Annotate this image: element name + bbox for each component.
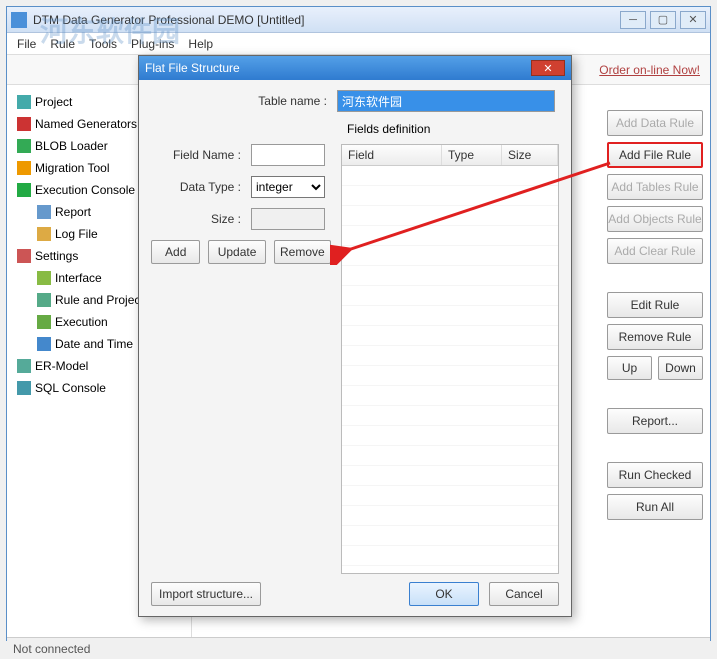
- tree-label: Log File: [55, 227, 98, 241]
- tree-icon: [17, 139, 31, 153]
- cancel-button[interactable]: Cancel: [489, 582, 559, 606]
- update-field-button[interactable]: Update: [208, 240, 265, 264]
- down-button[interactable]: Down: [658, 356, 703, 380]
- tree-icon: [37, 227, 51, 241]
- remove-field-button[interactable]: Remove: [274, 240, 331, 264]
- status-text: Not connected: [13, 642, 90, 656]
- table-name-label: Table name :: [151, 94, 337, 108]
- order-link[interactable]: Order on-line Now!: [599, 63, 700, 77]
- menu-plugins[interactable]: Plug-ins: [131, 37, 174, 51]
- titlebar: DTM Data Generator Professional DEMO [Un…: [7, 7, 710, 33]
- menubar: File Rule Tools Plug-ins Help: [7, 33, 710, 55]
- col-type[interactable]: Type: [442, 145, 502, 165]
- add-tables-rule-button[interactable]: Add Tables Rule: [607, 174, 703, 200]
- run-checked-button[interactable]: Run Checked: [607, 462, 703, 488]
- tree-label: ER-Model: [35, 359, 88, 373]
- window-title: DTM Data Generator Professional DEMO [Un…: [33, 13, 616, 27]
- tree-label: Date and Time: [55, 337, 133, 351]
- dialog-close-button[interactable]: ✕: [531, 60, 565, 76]
- tree-label: Execution Console: [35, 183, 135, 197]
- tree-icon: [17, 117, 31, 131]
- minimize-button[interactable]: ─: [620, 11, 646, 29]
- tree-icon: [37, 315, 51, 329]
- menu-tools[interactable]: Tools: [89, 37, 117, 51]
- tree-icon: [17, 183, 31, 197]
- add-clear-rule-button[interactable]: Add Clear Rule: [607, 238, 703, 264]
- tree-label: Migration Tool: [35, 161, 109, 175]
- tree-icon: [37, 205, 51, 219]
- col-size[interactable]: Size: [502, 145, 558, 165]
- maximize-button[interactable]: ▢: [650, 11, 676, 29]
- tree-icon: [37, 271, 51, 285]
- tree-icon: [37, 337, 51, 351]
- tree-icon: [17, 249, 31, 263]
- dialog-title: Flat File Structure: [145, 61, 531, 75]
- report-button[interactable]: Report...: [607, 408, 703, 434]
- tree-icon: [17, 161, 31, 175]
- add-data-rule-button[interactable]: Add Data Rule: [607, 110, 703, 136]
- data-type-label: Data Type :: [151, 180, 251, 194]
- dialog-titlebar: Flat File Structure ✕: [139, 56, 571, 80]
- right-button-panel: Add Data Rule Add File Rule Add Tables R…: [607, 110, 703, 520]
- tree-label: Report: [55, 205, 91, 219]
- menu-file[interactable]: File: [17, 37, 36, 51]
- data-type-select[interactable]: integer: [251, 176, 325, 198]
- tree-label: Project: [35, 95, 72, 109]
- tree-label: Interface: [55, 271, 102, 285]
- field-name-input[interactable]: [251, 144, 325, 166]
- size-label: Size :: [151, 212, 251, 226]
- menu-rule[interactable]: Rule: [50, 37, 75, 51]
- statusbar: Not connected: [7, 637, 710, 659]
- up-button[interactable]: Up: [607, 356, 652, 380]
- tree-label: Named Generators: [35, 117, 137, 131]
- add-field-button[interactable]: Add: [151, 240, 200, 264]
- tree-label: Execution: [55, 315, 108, 329]
- remove-rule-button[interactable]: Remove Rule: [607, 324, 703, 350]
- app-icon: [11, 12, 27, 28]
- tree-label: Settings: [35, 249, 78, 263]
- table-name-input[interactable]: [337, 90, 555, 112]
- flat-file-dialog: Flat File Structure ✕ Table name : Field…: [138, 55, 572, 617]
- close-button[interactable]: ✕: [680, 11, 706, 29]
- run-all-button[interactable]: Run All: [607, 494, 703, 520]
- fields-table: Field Type Size: [341, 144, 559, 574]
- tree-label: SQL Console: [35, 381, 106, 395]
- menu-help[interactable]: Help: [188, 37, 213, 51]
- ok-button[interactable]: OK: [409, 582, 479, 606]
- add-file-rule-button[interactable]: Add File Rule: [607, 142, 703, 168]
- add-objects-rule-button[interactable]: Add Objects Rule: [607, 206, 703, 232]
- tree-icon: [17, 381, 31, 395]
- tree-icon: [37, 293, 51, 307]
- tree-icon: [17, 95, 31, 109]
- import-structure-button[interactable]: Import structure...: [151, 582, 261, 606]
- fields-definition-label: Fields definition: [347, 122, 559, 136]
- tree-icon: [17, 359, 31, 373]
- field-name-label: Field Name :: [151, 148, 251, 162]
- size-input[interactable]: [251, 208, 325, 230]
- edit-rule-button[interactable]: Edit Rule: [607, 292, 703, 318]
- tree-label: Rule and Project: [55, 293, 144, 307]
- tree-label: BLOB Loader: [35, 139, 108, 153]
- col-field[interactable]: Field: [342, 145, 442, 165]
- fields-table-body[interactable]: [342, 166, 558, 572]
